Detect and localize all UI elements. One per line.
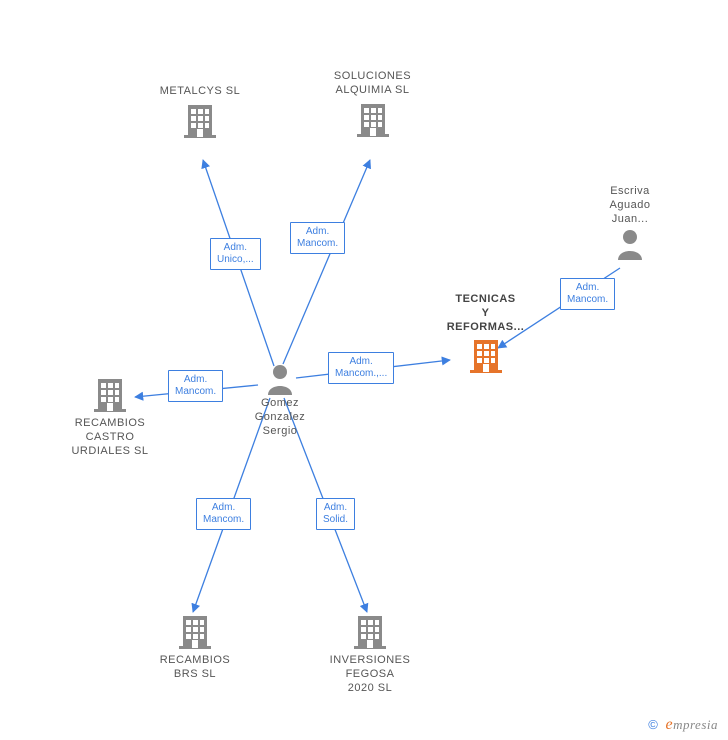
edge-label-recambios-brs: Adm.Mancom. bbox=[196, 498, 251, 530]
node-recambios-brs[interactable]: RECAMBIOSBRS SL bbox=[145, 612, 245, 682]
person-icon bbox=[615, 228, 645, 260]
node-label: TECNICASYREFORMAS... bbox=[438, 293, 533, 334]
node-label: SOLUCIONESALQUIMIA SL bbox=[325, 70, 420, 98]
node-label: EscrivaAguadoJuan... bbox=[595, 185, 665, 226]
edge-label-inversiones: Adm.Solid. bbox=[316, 498, 355, 530]
edge-label-recambios-cu: Adm.Mancom. bbox=[168, 370, 223, 402]
node-label: GomezGonzalezSergio bbox=[245, 397, 315, 438]
edge-label-soluciones: Adm.Mancom. bbox=[290, 222, 345, 254]
node-inversiones[interactable]: INVERSIONESFEGOSA2020 SL bbox=[320, 612, 420, 695]
node-metalcys[interactable]: METALCYS SL bbox=[155, 85, 245, 141]
building-icon bbox=[353, 100, 393, 140]
building-icon bbox=[90, 375, 130, 415]
building-icon bbox=[350, 612, 390, 652]
watermark-rest: mpresia bbox=[673, 717, 718, 732]
node-label: INVERSIONESFEGOSA2020 SL bbox=[320, 654, 420, 695]
node-recambios-cu[interactable]: RECAMBIOSCASTROURDIALES SL bbox=[60, 375, 160, 458]
building-icon bbox=[466, 336, 506, 376]
watermark-e: e bbox=[665, 716, 673, 733]
node-soluciones[interactable]: SOLUCIONESALQUIMIA SL bbox=[325, 70, 420, 140]
edge-label-escriva: Adm.Mancom. bbox=[560, 278, 615, 310]
watermark: © empresia bbox=[648, 716, 718, 734]
node-label: RECAMBIOSBRS SL bbox=[145, 654, 245, 682]
node-tecnicas[interactable]: TECNICASYREFORMAS... bbox=[438, 293, 533, 376]
node-escriva[interactable]: EscrivaAguadoJuan... bbox=[595, 185, 665, 260]
building-icon bbox=[180, 101, 220, 141]
copyright-symbol: © bbox=[648, 717, 658, 732]
network-diagram: Adm.Unico,... Adm.Mancom. Adm.Mancom.,..… bbox=[0, 0, 728, 740]
person-icon bbox=[265, 363, 295, 395]
edge-to-soluciones bbox=[283, 160, 370, 364]
node-label: RECAMBIOSCASTROURDIALES SL bbox=[60, 417, 160, 458]
node-label: METALCYS SL bbox=[155, 85, 245, 99]
edge-label-metalcys: Adm.Unico,... bbox=[210, 238, 261, 270]
node-center-person[interactable]: GomezGonzalezSergio bbox=[245, 363, 315, 438]
building-icon bbox=[175, 612, 215, 652]
edge-label-tecnicas: Adm.Mancom.,... bbox=[328, 352, 394, 384]
